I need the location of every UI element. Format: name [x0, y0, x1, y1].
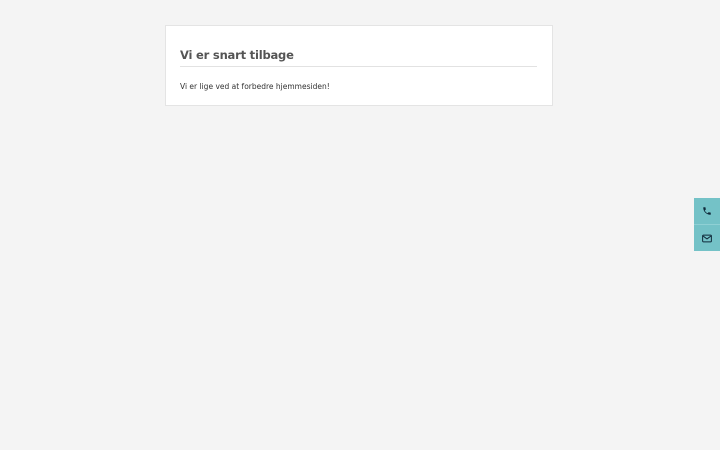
title-divider — [180, 66, 537, 67]
contact-sidebar — [694, 198, 720, 251]
phone-button[interactable] — [694, 198, 720, 224]
email-button[interactable] — [694, 225, 720, 251]
maintenance-title: Vi er snart tilbage — [180, 48, 294, 62]
envelope-icon — [702, 234, 712, 242]
phone-icon — [703, 207, 711, 215]
maintenance-card: Vi er snart tilbage Vi er lige ved at fo… — [165, 25, 553, 106]
maintenance-message: Vi er lige ved at forbedre hjemmesiden! — [180, 82, 330, 91]
